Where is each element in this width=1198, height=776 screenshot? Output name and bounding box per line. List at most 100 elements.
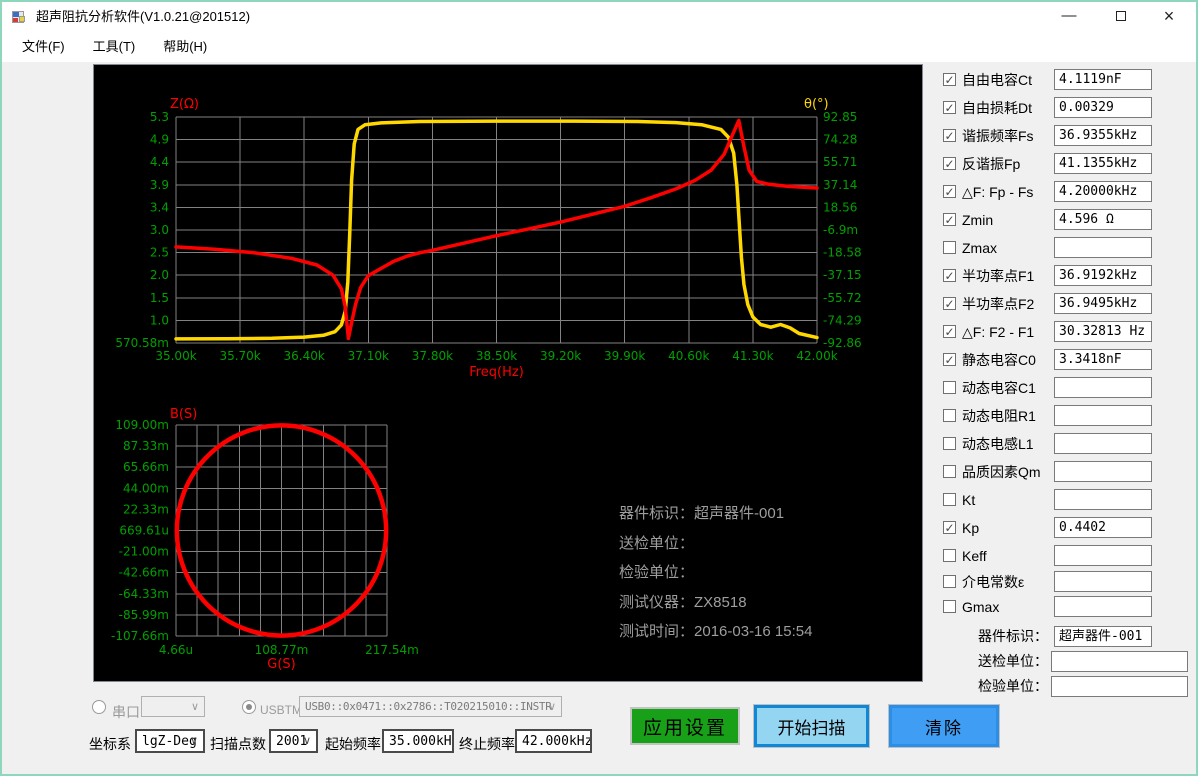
param-row: ✓ Kp 0.4402 [937,514,1198,542]
checkbox-checked-icon[interactable]: ✓ [943,269,956,282]
g-axis-title: G(S) [267,657,295,672]
theta-axis-tick: -18.58 [823,246,862,260]
checkbox-unchecked-icon[interactable] [943,549,956,562]
param-row: ✓谐振频率Fs36.9355kHz [937,122,1198,150]
checkbox-checked-icon[interactable]: ✓ [943,297,956,310]
serial-port-select[interactable]: ∨ [141,696,205,717]
param-value-input[interactable]: 36.9192kHz [1054,265,1152,286]
param-value-input[interactable]: 3.3418nF [1054,349,1152,370]
theta-axis-tick: -74.29 [823,313,862,327]
annotation-line: 送检单位： [619,532,914,550]
param-value: 4.20000kHz [1055,182,1151,201]
param-label: Keff [962,542,987,570]
b-axis-tick: 87.33m [123,439,169,453]
param-value-input[interactable] [1054,377,1152,398]
param-label: 半功率点F2 [962,290,1034,318]
param-value-input[interactable]: 41.1355kHz [1054,153,1152,174]
checkbox-unchecked-icon[interactable] [943,575,956,588]
field-value-input[interactable] [1051,651,1188,672]
annotation-line: 检验单位： [619,561,914,579]
param-value-input[interactable]: 4.20000kHz [1054,181,1152,202]
theta-axis-tick: -92.86 [823,336,862,350]
param-value: 41.1355kHz [1055,154,1151,173]
param-value-input[interactable]: 36.9495kHz [1054,293,1152,314]
start-scan-button[interactable]: 开始扫描 [754,705,869,747]
stop-freq-input[interactable] [515,729,592,753]
close-button[interactable]: × [1146,2,1192,32]
maximize-button[interactable] [1098,2,1144,32]
param-value-input[interactable]: 0.00329 [1054,97,1152,118]
checkbox-unchecked-icon[interactable] [943,381,956,394]
checkbox-unchecked-icon[interactable] [943,409,956,422]
menu-item-2[interactable]: 帮助(H) [149,33,221,61]
param-value-input[interactable]: 30.32813 Hz [1054,321,1152,342]
checkbox-checked-icon[interactable]: ✓ [943,213,956,226]
clear-button[interactable]: 清除 [889,705,999,747]
param-row: ✓自由损耗Dt0.00329 [937,94,1198,122]
minimize-button[interactable]: — [1046,2,1092,32]
checkbox-unchecked-icon[interactable] [943,465,956,478]
param-value-input[interactable] [1054,405,1152,426]
g-axis-tick: 108.77m [255,643,309,657]
param-value-input[interactable] [1054,461,1152,482]
checkbox-checked-icon[interactable]: ✓ [943,73,956,86]
param-value-input[interactable]: 0.4402 [1054,517,1152,538]
param-row: Keff [937,542,1198,570]
chevron-down-icon: ∨ [190,734,198,747]
freq-axis-tick: 42.00k [796,349,837,363]
field-value-input[interactable] [1051,676,1188,697]
param-label: 半功率点F1 [962,262,1034,290]
checkbox-checked-icon[interactable]: ✓ [943,353,956,366]
chart-annotations: 器件标识：超声器件-001送检单位：检验单位：测试仪器：ZX8518测试时间：2… [619,502,914,650]
maximize-icon [1116,11,1126,21]
checkbox-unchecked-icon[interactable] [943,241,956,254]
checkbox-unchecked-icon[interactable] [943,437,956,450]
z-axis-tick: 3.4 [150,200,169,214]
param-label: △F: Fp - Fs [962,178,1033,206]
apply-settings-button[interactable]: 应用设置 [630,707,740,745]
annotation-line: 测试仪器：ZX8518 [619,591,914,609]
annotation-value: ZX8518 [694,594,747,611]
param-row: ✓△F: F2 - F130.32813 Hz [937,318,1198,346]
z-axis-tick: 570.58m [115,336,169,350]
annotation-label: 检验单位： [619,564,694,581]
field-value-input[interactable]: 超声器件-001 [1054,626,1152,647]
param-value-input[interactable]: 36.9355kHz [1054,125,1152,146]
menu-item-1[interactable]: 工具(T) [79,33,150,61]
checkbox-checked-icon[interactable]: ✓ [943,157,956,170]
checkbox-unchecked-icon[interactable] [943,600,956,613]
start-freq-input[interactable] [382,729,454,753]
field-label: 器件标识： [937,622,1048,650]
param-value-input[interactable]: 4.596 Ω [1054,209,1152,230]
param-value-input[interactable] [1054,545,1152,566]
menu-item-0[interactable]: 文件(F) [8,33,79,61]
coord-system-select[interactable]: lgZ-Deg ∨ [135,729,205,753]
param-value-input[interactable] [1054,237,1152,258]
usbtmc-radio[interactable] [242,700,256,714]
theta-axis-tick: 55.71 [823,155,857,169]
app-window: 超声阻抗分析软件(V1.0.21@201512) — × 文件(F)工具(T)帮… [0,0,1198,776]
checkbox-checked-icon[interactable]: ✓ [943,129,956,142]
param-row: ✓Zmin4.596 Ω [937,206,1198,234]
param-row: Gmax [937,593,1198,621]
scan-points-select[interactable]: 2001 ∨ [269,729,318,753]
serial-radio[interactable] [92,700,106,714]
param-value-input[interactable] [1054,596,1152,617]
param-value-input[interactable] [1054,571,1152,592]
param-row: ✓ △F: Fp - Fs 4.20000kHz [937,178,1198,206]
checkbox-checked-icon[interactable]: ✓ [943,101,956,114]
param-label: 动态电感L1 [962,430,1034,458]
usbtmc-resource-select[interactable]: USB0::0x0471::0x2786::T020215010::INSTR … [299,696,562,717]
param-label: 静态电容C0 [962,346,1036,374]
coord-system-label: 坐标系 [89,734,131,754]
param-label: Kp [962,514,979,542]
checkbox-checked-icon[interactable]: ✓ [943,185,956,198]
param-value-input[interactable]: 4.1119nF [1054,69,1152,90]
checkbox-unchecked-icon[interactable] [943,493,956,506]
theta-axis-tick: 92.85 [823,110,857,124]
b-axis-tick: -42.66m [119,566,169,580]
checkbox-checked-icon[interactable]: ✓ [943,521,956,534]
param-value-input[interactable] [1054,433,1152,454]
checkbox-checked-icon[interactable]: ✓ [943,325,956,338]
param-value-input[interactable] [1054,489,1152,510]
